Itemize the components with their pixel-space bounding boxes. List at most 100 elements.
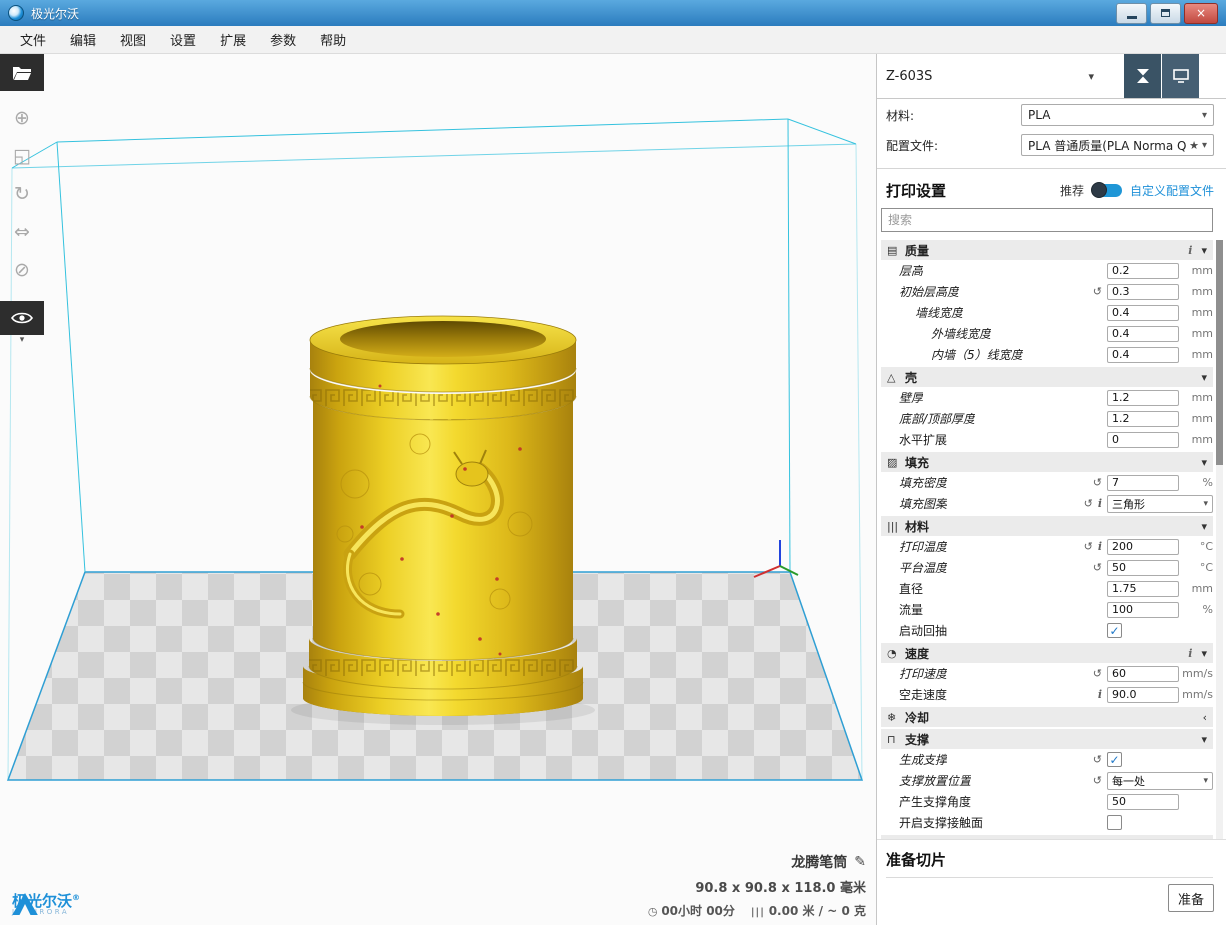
wall-line-width-label: 墙线宽度 <box>915 304 963 321</box>
setting-row-enable-retraction: 启动回抽✓ <box>881 620 1213 641</box>
prepare-panel: 准备切片 准备 <box>877 839 1226 925</box>
inner-wall-line-width-unit: mm <box>1179 348 1213 361</box>
minimize-button[interactable] <box>1116 3 1147 24</box>
reset-icon[interactable]: ↺ <box>1093 753 1102 766</box>
chevron-down-icon: ▾ <box>1201 647 1207 660</box>
section-header-shell[interactable]: △壳▾ <box>881 367 1213 387</box>
section-header-material[interactable]: |||材料▾ <box>881 516 1213 536</box>
settings-scrollbar[interactable] <box>1216 240 1223 840</box>
model-dragon-pen-holder[interactable] <box>303 316 583 716</box>
section-label-quality: 质量 <box>905 242 929 259</box>
reset-icon[interactable]: ↺ <box>1093 285 1102 298</box>
section-header-speed[interactable]: ◔速度i▾ <box>881 643 1213 663</box>
profile-select[interactable]: PLA 普通质量(PLA Norma Qual ★ ▾ <box>1021 134 1214 156</box>
chevron-down-icon: ▾ <box>1201 733 1207 746</box>
initial-layer-height-input[interactable]: 0.3 <box>1107 284 1179 300</box>
menu-item-parameters[interactable]: 参数 <box>258 26 308 53</box>
section-header-cooling[interactable]: ❄冷却‹ <box>881 707 1213 727</box>
open-file-button[interactable] <box>0 54 44 91</box>
viewport-3d[interactable]: 龙腾笔筒 ✎ 90.8 x 90.8 x 118.0 毫米 ◷ 00小时 00分… <box>0 54 876 925</box>
infill-density-input[interactable]: 7 <box>1107 475 1179 491</box>
edit-model-name-icon[interactable]: ✎ <box>854 854 866 870</box>
support-interface-checkbox[interactable] <box>1107 815 1122 830</box>
diameter-unit: mm <box>1179 582 1213 595</box>
enable-retraction-checkbox[interactable]: ✓ <box>1107 623 1122 638</box>
prepare-button[interactable]: 准备 <box>1168 884 1214 912</box>
setting-row-layer-height: 层高0.2mm <box>881 260 1213 281</box>
wall-thickness-input[interactable]: 1.2 <box>1107 390 1179 406</box>
mirror-tool-icon[interactable]: ⇔ <box>2 215 42 249</box>
move-tool-icon[interactable]: ⊕ <box>2 101 42 135</box>
layer-height-input[interactable]: 0.2 <box>1107 263 1179 279</box>
menu-item-help[interactable]: 帮助 <box>308 26 358 53</box>
scrollbar-thumb[interactable] <box>1216 240 1223 465</box>
build-plate-temperature-input[interactable]: 50 <box>1107 560 1179 576</box>
horizontal-expansion-input[interactable]: 0 <box>1107 432 1179 448</box>
printing-temperature-input[interactable]: 200 <box>1107 539 1179 555</box>
view-mode-button[interactable] <box>0 301 44 335</box>
travel-speed-input[interactable]: 90.0 <box>1107 687 1179 703</box>
section-label-infill: 填充 <box>905 454 929 471</box>
chevron-down-icon: ▾ <box>1203 776 1208 786</box>
section-header-infill[interactable]: ▨填充▾ <box>881 452 1213 472</box>
close-button[interactable]: × <box>1184 3 1218 24</box>
support-angle-label: 产生支撑角度 <box>899 793 971 810</box>
titlebar[interactable]: 极光尔沃 × <box>0 0 1226 26</box>
menubar: 文件编辑视图设置扩展参数帮助 <box>0 26 1226 54</box>
chevron-down-icon: ▾ <box>1202 110 1207 121</box>
inner-wall-line-width-input[interactable]: 0.4 <box>1107 347 1179 363</box>
chevron-down-icon: ▾ <box>1202 140 1207 151</box>
support-angle-input[interactable]: 50 <box>1107 794 1179 810</box>
chevron-left-icon: ‹ <box>1203 711 1207 724</box>
close-icon: × <box>1196 7 1206 19</box>
preview-stage-button[interactable] <box>1162 54 1199 98</box>
machine-selector[interactable]: Z-603S ▾ <box>877 54 1124 98</box>
wall-line-width-input[interactable]: 0.4 <box>1107 305 1179 321</box>
initial-layer-height-label: 初始层高度 <box>899 283 959 300</box>
recommended-custom-toggle[interactable] <box>1092 184 1122 197</box>
build-scene[interactable] <box>0 54 876 925</box>
rotate-tool-icon[interactable]: ↻ <box>2 177 42 211</box>
scale-tool-icon[interactable]: ◱ <box>2 139 42 173</box>
diameter-label: 直径 <box>899 580 923 597</box>
view-mode-chevron-icon[interactable]: ▾ <box>0 335 44 345</box>
support-placement-select[interactable]: 每一处▾ <box>1107 772 1213 790</box>
menu-item-settings[interactable]: 设置 <box>158 26 208 53</box>
info-icon: i <box>1098 688 1102 701</box>
monitor-icon <box>1172 68 1190 84</box>
material-select[interactable]: PLA ▾ <box>1021 104 1214 126</box>
flow-input[interactable]: 100 <box>1107 602 1179 618</box>
wall-thickness-unit: mm <box>1179 391 1213 404</box>
reset-icon[interactable]: ↺ <box>1093 667 1102 680</box>
menu-item-file[interactable]: 文件 <box>8 26 58 53</box>
setting-row-horizontal-expansion: 水平扩展0mm <box>881 429 1213 450</box>
search-input[interactable] <box>882 213 1212 227</box>
reset-icon[interactable]: ↺ <box>1093 476 1102 489</box>
reset-icon[interactable]: ↺ <box>1093 561 1102 574</box>
menu-item-view[interactable]: 视图 <box>108 26 158 53</box>
outer-wall-line-width-input[interactable]: 0.4 <box>1107 326 1179 342</box>
generate-support-checkbox[interactable]: ✓ <box>1107 752 1122 767</box>
maximize-button[interactable] <box>1150 3 1181 24</box>
printing-temperature-unit: °C <box>1179 540 1213 553</box>
reset-icon[interactable]: ↺ <box>1084 540 1093 553</box>
section-header-quality[interactable]: ▤质量i▾ <box>881 240 1213 260</box>
menu-item-extensions[interactable]: 扩展 <box>208 26 258 53</box>
reset-icon[interactable]: ↺ <box>1084 497 1093 510</box>
prepare-stage-button[interactable] <box>1124 54 1161 98</box>
shell-section-icon: △ <box>887 371 903 384</box>
infill-pattern-select[interactable]: 三角形▾ <box>1107 495 1213 513</box>
custom-profile-link[interactable]: 自定义配置文件 <box>1130 182 1214 199</box>
eye-icon <box>11 311 33 325</box>
per-model-settings-tool-icon[interactable]: ⊘ <box>2 253 42 287</box>
diameter-input[interactable]: 1.75 <box>1107 581 1179 597</box>
section-header-support[interactable]: ⊓支撑▾ <box>881 729 1213 749</box>
support-placement-label: 支撑放置位置 <box>899 772 971 789</box>
section-label-material: 材料 <box>905 518 929 535</box>
material-usage: 0.00 米 / ~ 0 克 <box>769 904 866 918</box>
print-speed-input[interactable]: 60 <box>1107 666 1179 682</box>
top-bottom-thickness-input[interactable]: 1.2 <box>1107 411 1179 427</box>
menu-item-edit[interactable]: 编辑 <box>58 26 108 53</box>
reset-icon[interactable]: ↺ <box>1093 774 1102 787</box>
print-settings-title: 打印设置 <box>886 180 946 201</box>
